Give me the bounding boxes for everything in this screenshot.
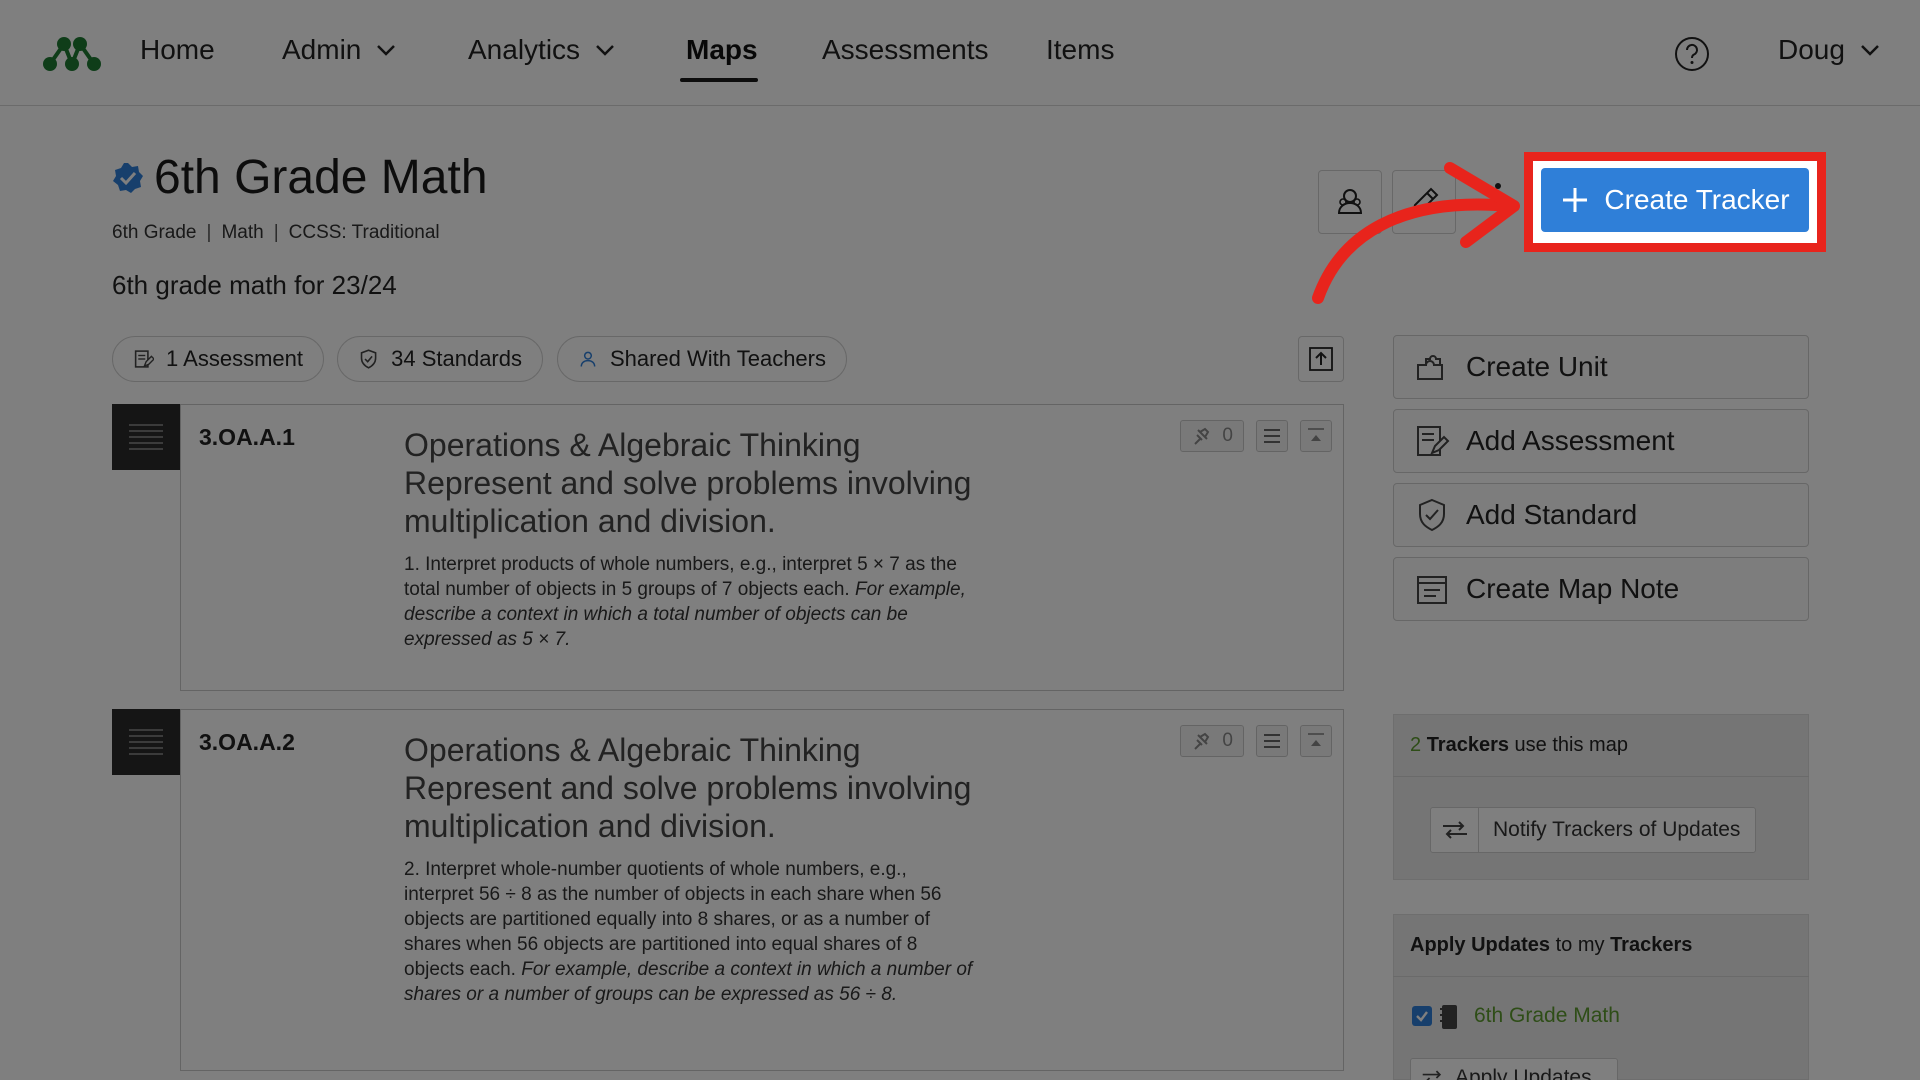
drag-handle[interactable] [112,709,180,775]
upload-icon [1309,347,1333,371]
create-map-note-button[interactable]: Create Map Note [1393,557,1809,621]
trackers-rest: use this map [1514,734,1628,756]
users-icon [580,351,596,367]
pin-icon [1194,427,1210,445]
plus-icon [1563,188,1588,212]
user-name: Doug [1778,34,1845,65]
create-map-note-label: Create Map Note [1466,573,1680,604]
chevron-down-icon [377,45,396,56]
active-tab-indicator [680,78,758,82]
export-button[interactable] [1298,336,1344,382]
tracker-checkbox[interactable] [1412,1006,1432,1026]
standards-pill-label: 34 Standards [391,346,522,371]
pin-button[interactable]: 0 [1180,420,1244,452]
apply-updates-mid: to my [1555,934,1605,956]
pin-icon [1194,732,1210,750]
question-circle-icon[interactable] [1674,36,1710,72]
puzzle-icon [1417,355,1443,380]
trackers-count: 2 [1410,734,1422,756]
nav-analytics-label: Analytics [468,34,581,65]
assessment-icon [1417,426,1450,456]
sync-icon [1442,821,1467,839]
shield-check-icon [360,349,377,369]
nav-items[interactable]: Items [1046,34,1114,66]
user-menu[interactable]: Doug [1778,34,1881,66]
nav-home-label: Home [140,34,215,65]
shared-pill[interactable]: Shared With Teachers [557,336,847,382]
add-standard-label: Add Standard [1466,499,1638,530]
chevron-down-icon [1861,45,1879,56]
divider [1393,776,1809,777]
meta-separator: | [273,222,279,243]
meta-standard-set: CCSS: Traditional [288,222,440,243]
map-meta: 6th Grade | Math | CCSS: Traditional [112,222,440,244]
check-icon [1416,1011,1428,1022]
pin-count: 0 [1222,730,1233,751]
shield-check-icon [1419,498,1445,532]
pointer-arrow-icon [1312,162,1520,304]
meta-grade: 6th Grade [112,222,197,243]
assessments-pill[interactable]: 1 Assessment [112,336,324,382]
list-icon [1264,734,1280,748]
apply-updates-heading: Apply Updates to my Trackers [1410,934,1692,957]
collapse-up-icon [1308,428,1324,441]
add-standard-button[interactable]: Add Standard [1393,483,1809,547]
nav-analytics[interactable]: Analytics [468,34,616,66]
standard-code: 3.OA.A.1 [199,424,295,450]
nav-home[interactable]: Home [140,34,215,66]
list-button[interactable] [1256,725,1288,757]
nav-assessments-label: Assessments [822,34,989,65]
list-button[interactable] [1256,420,1288,452]
tracker-link[interactable]: 6th Grade Math [1474,1004,1620,1028]
meta-separator: | [206,222,212,243]
nav-admin[interactable]: Admin [282,34,397,66]
trackers-word: Trackers [1426,734,1509,756]
sync-icon [1422,1070,1442,1080]
assessments-pill-label: 1 Assessment [166,346,303,371]
nav-items-label: Items [1046,34,1115,65]
divider [1393,976,1809,977]
create-unit-label: Create Unit [1466,351,1608,382]
pin-count: 0 [1222,425,1233,446]
top-navigation: Home Admin Analytics Maps Assessments It… [0,0,1920,106]
apply-updates-button[interactable]: Apply Updates [1410,1058,1618,1080]
page-title: 6th Grade Math [154,151,488,204]
apply-updates-label: Apply Updates [1455,1066,1592,1080]
trackers-panel-heading: 2 Trackers use this map [1410,734,1628,757]
shared-pill-label: Shared With Teachers [609,346,826,371]
map-description: 6th grade math for 23/24 [112,270,397,300]
standards-pill[interactable]: 34 Standards [337,336,543,382]
note-icon [1417,576,1447,604]
chevron-down-icon [596,45,614,56]
assessment-icon [134,350,155,368]
pin-button[interactable]: 0 [1180,725,1244,757]
apply-updates-trackers-word: Trackers [1610,934,1693,956]
notebook-icon [1440,1005,1457,1029]
add-assessment-button[interactable]: Add Assessment [1393,409,1809,473]
list-icon [1264,429,1280,443]
standard-description: 1. Interpret products of whole numbers, … [404,552,974,652]
app-logo-icon[interactable] [40,32,104,74]
standard-code: 3.OA.A.2 [199,729,295,755]
apply-updates-word: Apply Updates [1410,934,1551,956]
create-tracker-label: Create Tracker [1604,184,1790,215]
collapse-button[interactable] [1300,725,1332,757]
standard-title: Operations & Algebraic Thinking Represen… [404,732,972,844]
collapse-button[interactable] [1300,420,1332,452]
verified-badge-icon [113,163,143,193]
nav-assessments[interactable]: Assessments [822,34,989,66]
collapse-up-icon [1308,733,1324,746]
nav-maps-label: Maps [686,34,758,65]
nav-admin-label: Admin [282,34,362,65]
nav-maps[interactable]: Maps [686,34,758,66]
create-tracker-button[interactable]: Create Tracker [1541,168,1809,232]
standard-description: 2. Interpret whole-number quotients of w… [404,857,974,1007]
meta-subject: Math [221,222,264,243]
drag-handle[interactable] [112,404,180,470]
standard-title: Operations & Algebraic Thinking Represen… [404,427,972,539]
create-unit-button[interactable]: Create Unit [1393,335,1809,399]
notify-trackers-button[interactable]: Notify Trackers of Updates [1430,807,1756,853]
notify-trackers-label: Notify Trackers of Updates [1493,818,1741,841]
add-assessment-label: Add Assessment [1466,425,1675,456]
